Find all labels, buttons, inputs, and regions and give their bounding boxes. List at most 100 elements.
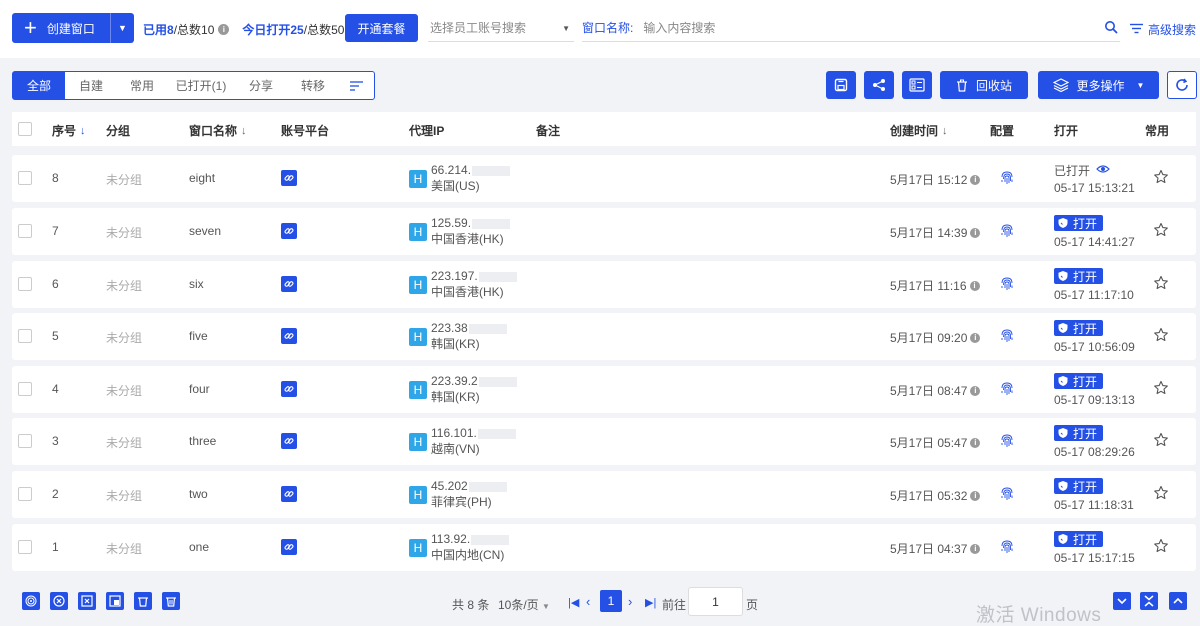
info-icon[interactable]: i bbox=[970, 490, 981, 501]
row-window-name[interactable]: one bbox=[189, 540, 209, 554]
row-window-name[interactable]: six bbox=[189, 277, 204, 291]
tab-all[interactable]: 全部 bbox=[13, 72, 65, 99]
scroll-up-button[interactable] bbox=[1169, 592, 1187, 610]
tab-self-created[interactable]: 自建 bbox=[65, 72, 117, 99]
row-checkbox[interactable] bbox=[18, 329, 32, 343]
search-icon[interactable] bbox=[1104, 20, 1118, 37]
scroll-down-button[interactable] bbox=[1113, 592, 1131, 610]
page-size-select[interactable]: 10条/页 ▼ bbox=[498, 596, 550, 613]
row-checkbox[interactable] bbox=[18, 277, 32, 291]
link-icon[interactable] bbox=[281, 539, 297, 555]
fingerprint-batch-button[interactable] bbox=[22, 592, 40, 610]
row-checkbox[interactable] bbox=[18, 382, 32, 396]
link-icon[interactable] bbox=[281, 381, 297, 397]
star-icon[interactable] bbox=[1153, 538, 1169, 557]
col-seq[interactable]: 序号 ↓ bbox=[52, 122, 86, 139]
create-window-button[interactable]: + 创建窗口 bbox=[12, 13, 110, 43]
star-icon[interactable] bbox=[1153, 275, 1169, 294]
row-window-name[interactable]: two bbox=[189, 487, 208, 501]
row-checkbox[interactable] bbox=[18, 487, 32, 501]
open-button[interactable]: 打开 bbox=[1054, 478, 1104, 494]
table-row[interactable]: 5 未分组 five H 223.38 韩国(KR) 5月17日 09:20 i … bbox=[12, 313, 1196, 360]
row-checkbox[interactable] bbox=[18, 540, 32, 554]
table-row[interactable]: 4 未分组 four H 223.39.2 韩国(KR) 5月17日 08:47… bbox=[12, 366, 1196, 413]
row-window-name[interactable]: seven bbox=[189, 224, 221, 238]
row-window-name[interactable]: five bbox=[189, 329, 208, 343]
refresh-button[interactable] bbox=[1167, 71, 1197, 99]
tab-opened[interactable]: 已打开(1) bbox=[167, 72, 235, 99]
star-icon[interactable] bbox=[1153, 327, 1169, 346]
star-icon[interactable] bbox=[1153, 485, 1169, 504]
tab-transfer[interactable]: 转移 bbox=[287, 72, 339, 99]
list-view-button[interactable] bbox=[902, 71, 932, 99]
col-created[interactable]: 创建时间 ↓ bbox=[890, 122, 948, 139]
fingerprint-icon[interactable] bbox=[999, 433, 1015, 452]
open-button[interactable]: 打开 bbox=[1054, 268, 1104, 284]
expand-collapse-button[interactable] bbox=[1140, 592, 1158, 610]
more-actions-button[interactable]: 更多操作 ▼ bbox=[1038, 71, 1159, 99]
delete-batch-button[interactable] bbox=[162, 592, 180, 610]
eye-icon[interactable] bbox=[1096, 163, 1110, 177]
link-icon[interactable] bbox=[281, 328, 297, 344]
row-checkbox[interactable] bbox=[18, 171, 32, 185]
employee-select[interactable]: 选择员工账号搜索 ▼ bbox=[428, 14, 574, 42]
fingerprint-icon[interactable] bbox=[999, 539, 1015, 558]
row-checkbox[interactable] bbox=[18, 224, 32, 238]
fingerprint-icon[interactable] bbox=[999, 223, 1015, 242]
sort-down-icon[interactable]: ↓ bbox=[942, 125, 948, 137]
table-row[interactable]: 6 未分组 six H 223.197. 中国香港(HK) 5月17日 11:1… bbox=[12, 261, 1196, 308]
link-icon[interactable] bbox=[281, 276, 297, 292]
save-icon-button[interactable] bbox=[826, 71, 856, 99]
tab-frequent[interactable]: 常用 bbox=[117, 72, 167, 99]
sort-menu-icon[interactable] bbox=[339, 72, 374, 99]
advanced-search-button[interactable]: 高级搜索 bbox=[1130, 21, 1196, 38]
select-all-checkbox[interactable] bbox=[18, 122, 32, 136]
first-page-icon[interactable]: |◀ bbox=[568, 596, 579, 609]
link-icon[interactable] bbox=[281, 170, 297, 186]
table-row[interactable]: 8 未分组 eight H 66.214. 美国(US) 5月17日 15:12… bbox=[12, 155, 1196, 202]
link-icon[interactable] bbox=[281, 486, 297, 502]
star-icon[interactable] bbox=[1153, 222, 1169, 241]
link-icon[interactable] bbox=[281, 223, 297, 239]
star-icon[interactable] bbox=[1153, 432, 1169, 451]
col-window-name[interactable]: 窗口名称 ↓ bbox=[189, 122, 247, 139]
info-icon[interactable]: i bbox=[970, 385, 981, 396]
window-batch-button[interactable] bbox=[106, 592, 124, 610]
info-icon[interactable]: i bbox=[970, 332, 981, 343]
share-button[interactable] bbox=[864, 71, 894, 99]
row-window-name[interactable]: eight bbox=[189, 171, 215, 185]
create-window-dropdown[interactable]: ▼ bbox=[110, 13, 134, 43]
fingerprint-icon[interactable] bbox=[999, 328, 1015, 347]
open-button[interactable]: 打开 bbox=[1054, 373, 1104, 389]
table-row[interactable]: 3 未分组 three H 116.101. 越南(VN) 5月17日 05:4… bbox=[12, 418, 1196, 465]
sort-down-icon[interactable]: ↓ bbox=[80, 125, 86, 137]
info-icon[interactable]: i bbox=[969, 280, 980, 291]
row-window-name[interactable]: three bbox=[189, 434, 216, 448]
next-page-icon[interactable]: › bbox=[628, 594, 632, 609]
info-icon[interactable]: i bbox=[970, 437, 981, 448]
open-button[interactable]: 打开 bbox=[1054, 320, 1104, 336]
table-row[interactable]: 2 未分组 two H 45.202 菲律宾(PH) 5月17日 05:32 i … bbox=[12, 471, 1196, 518]
fingerprint-icon[interactable] bbox=[999, 276, 1015, 295]
table-row[interactable]: 7 未分组 seven H 125.59. 中国香港(HK) 5月17日 14:… bbox=[12, 208, 1196, 255]
row-window-name[interactable]: four bbox=[189, 382, 210, 396]
info-icon[interactable]: i bbox=[970, 174, 981, 185]
window-name-input[interactable] bbox=[643, 20, 1064, 35]
info-icon[interactable]: i bbox=[218, 24, 230, 35]
last-page-icon[interactable]: ▶| bbox=[645, 596, 656, 609]
open-button[interactable]: 打开 bbox=[1054, 215, 1104, 231]
prev-page-icon[interactable]: ‹ bbox=[586, 594, 590, 609]
link-icon[interactable] bbox=[281, 433, 297, 449]
close-window-batch-button[interactable] bbox=[78, 592, 96, 610]
table-row[interactable]: 1 未分组 one H 113.92. 中国内地(CN) 5月17日 04:37… bbox=[12, 524, 1196, 571]
open-button[interactable]: 打开 bbox=[1054, 425, 1104, 441]
fingerprint-icon[interactable] bbox=[999, 381, 1015, 400]
star-icon[interactable] bbox=[1153, 380, 1169, 399]
fingerprint-icon[interactable] bbox=[999, 486, 1015, 505]
recycle-bin-button[interactable]: 回收站 bbox=[940, 71, 1028, 99]
tab-shared[interactable]: 分享 bbox=[235, 72, 287, 99]
close-batch-button[interactable] bbox=[50, 592, 68, 610]
fingerprint-icon[interactable] bbox=[999, 170, 1015, 189]
page-number-current[interactable]: 1 bbox=[600, 590, 622, 612]
info-icon[interactable]: i bbox=[970, 227, 981, 238]
